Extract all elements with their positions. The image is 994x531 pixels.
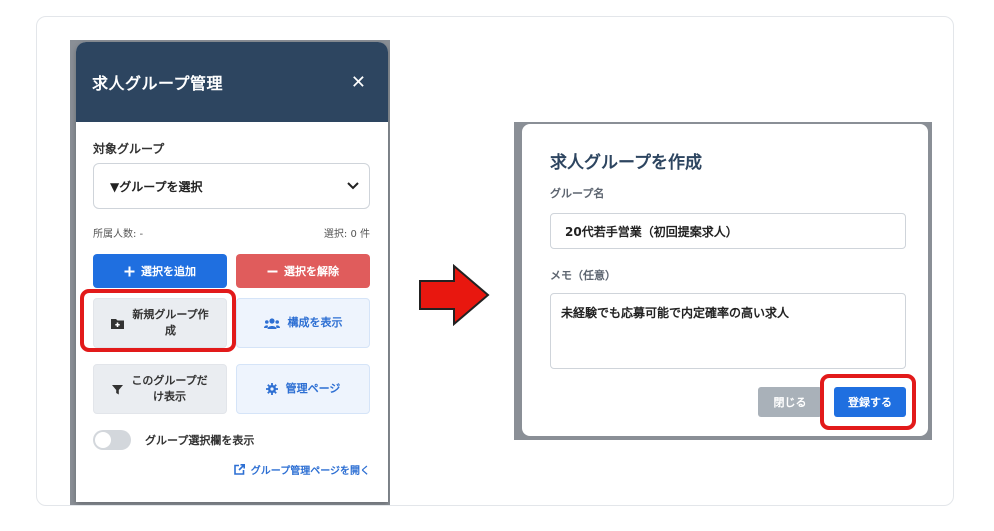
group-management-panel: 求人グループ管理 ✕ 対象グループ ▼グループを選択 所属人数: - 選択: 0… <box>76 42 388 502</box>
selected-count: 選択: 0 件 <box>323 229 370 240</box>
new-group-label-line1: 新規グループ作 <box>132 308 209 321</box>
gear-icon <box>265 383 278 395</box>
remove-selection-label: 選択を解除 <box>284 265 339 278</box>
memo-label: メモ（任意） <box>550 269 616 282</box>
close-icon[interactable]: ✕ <box>351 72 366 93</box>
group-name-input[interactable]: 20代若手営業（初回提案求人） <box>550 213 906 249</box>
right-screenshot: 求人グループを作成 グループ名 20代若手営業（初回提案求人） メモ（任意） 未… <box>514 122 932 440</box>
toggle-row: グループ選択欄を表示 <box>93 430 370 450</box>
panel-title: 求人グループ管理 <box>92 74 224 93</box>
group-select-toggle[interactable] <box>93 430 131 450</box>
filter-group-label: このグループだ け表示 <box>131 373 207 405</box>
new-group-label: 新規グループ作 成 <box>132 307 208 339</box>
stats-row: 所属人数: - 選択: 0 件 <box>93 225 370 240</box>
group-select[interactable]: ▼グループを選択 <box>93 163 370 209</box>
users-icon <box>263 317 280 329</box>
view-action-row: このグループだ け表示 管理ページ <box>93 364 370 414</box>
dialog-actions: 閉じる 登録する <box>546 387 906 417</box>
close-button[interactable]: 閉じる <box>758 387 822 417</box>
group-action-row: 新規グループ作 成 構成を表示 <box>93 298 370 348</box>
memo-textarea[interactable]: 未経験でも応募可能で内定確率の高い求人 <box>550 293 906 369</box>
add-selection-button[interactable]: 選択を追加 <box>93 254 227 288</box>
show-structure-label: 構成を表示 <box>287 316 343 329</box>
show-structure-button[interactable]: 構成を表示 <box>236 298 370 348</box>
external-link-icon <box>233 464 245 475</box>
panel-body: 対象グループ ▼グループを選択 所属人数: - 選択: 0 件 選択を追加 選択… <box>76 122 388 477</box>
group-name-label: グループ名 <box>550 187 605 200</box>
create-group-dialog: 求人グループを作成 グループ名 20代若手営業（初回提案求人） メモ（任意） 未… <box>522 124 928 436</box>
member-count: 所属人数: - <box>93 229 144 240</box>
toggle-label: グループ選択欄を表示 <box>145 434 255 447</box>
minus-icon <box>267 266 278 277</box>
add-selection-label: 選択を追加 <box>141 265 196 278</box>
filter-label-line1: このグループだ <box>131 374 208 387</box>
panel-header: 求人グループ管理 ✕ <box>76 42 388 122</box>
filter-label-line2: け表示 <box>153 390 186 403</box>
open-manage-page-link[interactable]: グループ管理ページを開く <box>93 462 370 477</box>
open-manage-link-label: グループ管理ページを開く <box>250 466 370 477</box>
target-group-label: 対象グループ <box>93 142 165 156</box>
filter-icon <box>112 384 124 395</box>
chevron-down-icon <box>347 182 359 190</box>
group-select-value: ▼グループを選択 <box>110 179 203 194</box>
new-group-button[interactable]: 新規グループ作 成 <box>93 298 227 348</box>
left-screenshot: 求人グループ管理 ✕ 対象グループ ▼グループを選択 所属人数: - 選択: 0… <box>70 40 390 505</box>
folder-plus-icon <box>111 318 125 329</box>
dialog-title: 求人グループを作成 <box>550 153 702 173</box>
manage-page-label: 管理ページ <box>285 382 341 395</box>
filter-group-button[interactable]: このグループだ け表示 <box>93 364 227 414</box>
remove-selection-button[interactable]: 選択を解除 <box>236 254 370 288</box>
arrow-right-icon <box>418 264 490 326</box>
plus-icon <box>124 266 135 277</box>
register-button[interactable]: 登録する <box>834 387 906 417</box>
new-group-label-line2: 成 <box>165 324 176 337</box>
selection-buttons: 選択を追加 選択を解除 <box>93 254 370 288</box>
manage-page-button[interactable]: 管理ページ <box>236 364 370 414</box>
